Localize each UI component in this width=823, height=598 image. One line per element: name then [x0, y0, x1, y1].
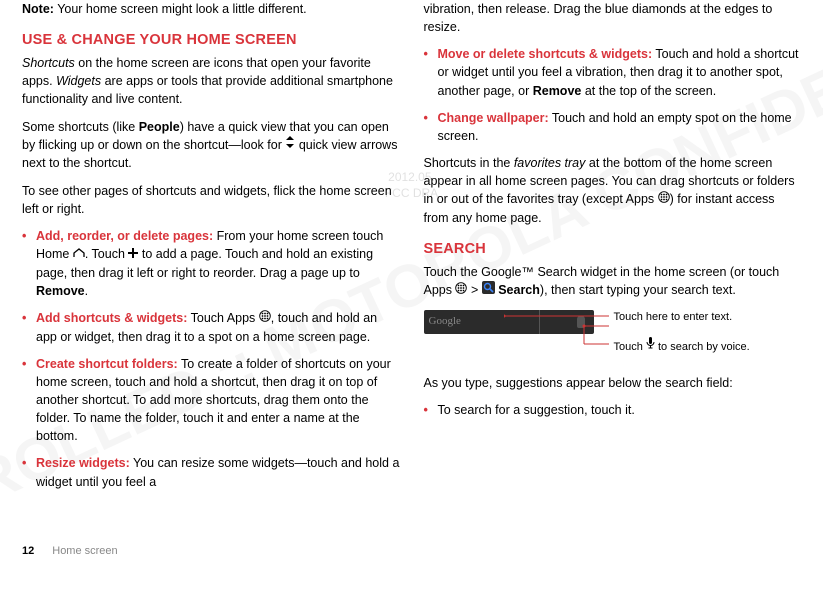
people-label: People [139, 120, 180, 134]
favorites-tray-term: favorites tray [514, 156, 586, 170]
microphone-icon[interactable] [577, 316, 585, 328]
li-wallpaper-title: Change wallpaper: [438, 111, 549, 125]
remove-label: Remove [36, 284, 85, 298]
page-number: 12 [22, 544, 34, 560]
plus-icon [128, 245, 138, 263]
li-resize-title: Resize widgets: [36, 456, 130, 470]
resize-continuation: vibration, then release. Drag the blue d… [424, 0, 802, 36]
apps-icon [259, 309, 271, 327]
li-touch-suggestion: To search for a suggestion, touch it. [438, 403, 635, 417]
apps-icon [658, 190, 670, 208]
home-para-1: Shortcuts on the home screen are icons t… [22, 54, 400, 108]
list-item: Move or delete shortcuts & widgets: Touc… [424, 45, 802, 99]
google-logo: Google [429, 314, 461, 330]
google-search-bar[interactable]: Google [424, 310, 594, 334]
apps-icon [455, 281, 467, 299]
list-item: Change wallpaper: Touch and hold an empt… [424, 109, 802, 145]
search-para-2: As you type, suggestions appear below th… [424, 374, 802, 392]
right-column: vibration, then release. Drag the blue d… [412, 0, 814, 500]
list-item: To search for a suggestion, touch it. [424, 401, 802, 419]
li-add-shortcuts-title: Add shortcuts & widgets: [36, 311, 187, 325]
home-icon [73, 245, 85, 263]
widgets-term: Widgets [56, 74, 101, 88]
section-title-search: SEARCH [424, 239, 802, 260]
home-para-2: Some shortcuts (like People) have a quic… [22, 118, 400, 173]
home-para-3: To see other pages of shortcuts and widg… [22, 182, 400, 218]
li-add-pages-title: Add, reorder, or delete pages: [36, 229, 213, 243]
list-item: Create shortcut folders: To create a fol… [22, 355, 400, 446]
footer-section: Home screen [52, 544, 117, 560]
search-bar-divider [539, 310, 540, 334]
search-app-label: Search [498, 283, 540, 297]
search-widget-figure: Google Touch here to enter text. Touch t… [424, 310, 802, 356]
search-app-icon [482, 281, 495, 299]
favorites-tray-para: Shortcuts in the favorites tray at the b… [424, 154, 802, 227]
callout-enter-text: Touch here to enter text. [614, 310, 750, 326]
list-item: Add, reorder, or delete pages: From your… [22, 227, 400, 300]
microphone-icon [646, 337, 655, 355]
li-move-delete-title: Move or delete shortcuts & widgets: [438, 47, 653, 61]
list-item: Resize widgets: You can resize some widg… [22, 454, 400, 490]
left-column: Note: Your home screen might look a litt… [10, 0, 412, 500]
li-folders-title: Create shortcut folders: [36, 357, 178, 371]
search-para-1: Touch the Google™ Search widget in the h… [424, 263, 802, 300]
list-item: Add shortcuts & widgets: Touch Apps , to… [22, 309, 400, 346]
remove-label-2: Remove [533, 84, 582, 98]
section-title-home: USE & CHANGE YOUR HOME SCREEN [22, 30, 400, 51]
page-footer: 12 Home screen [22, 544, 118, 560]
note-line: Note: Your home screen might look a litt… [22, 0, 400, 18]
note-text: Your home screen might look a little dif… [57, 2, 306, 16]
callout-voice-search: Touch to search by voice. [614, 338, 750, 356]
note-label: Note: [22, 2, 54, 16]
shortcuts-term: Shortcuts [22, 56, 75, 70]
quickview-arrows-icon [285, 135, 295, 153]
